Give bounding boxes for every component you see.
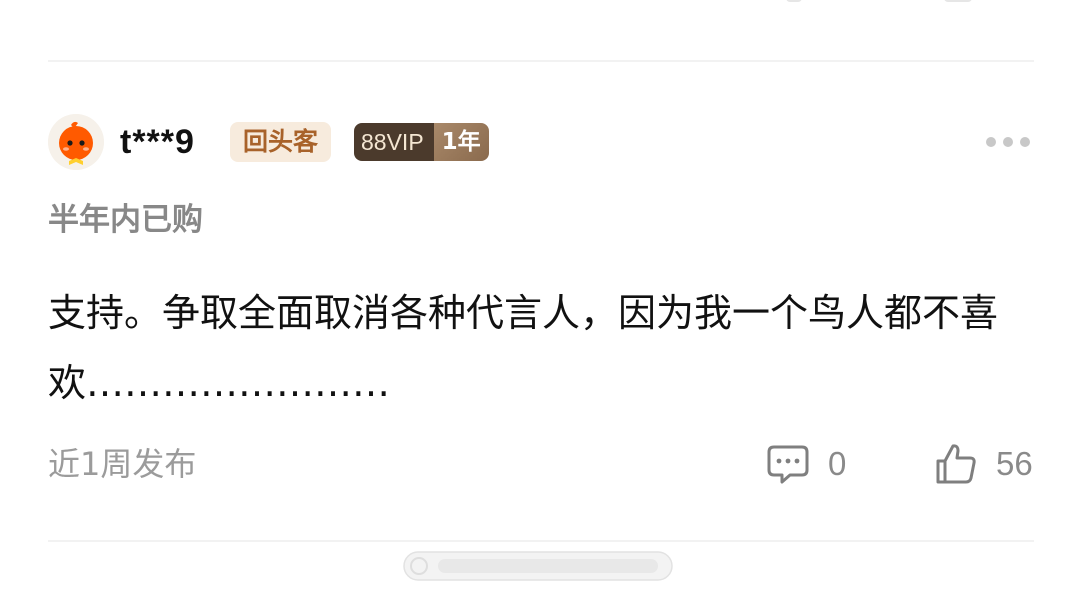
comment-bubble-icon	[767, 445, 809, 484]
watermark-logo	[403, 551, 673, 581]
vip-badge: 88VIP 1年	[354, 123, 489, 161]
vip-years: 1年	[433, 123, 489, 161]
divider	[48, 540, 1034, 542]
vip-label: 88VIP	[354, 123, 434, 161]
review-footer: 近1周发布 0 56	[48, 436, 1034, 496]
returning-customer-badge: 回头客	[230, 122, 332, 162]
like-button[interactable]: 56	[934, 440, 1033, 488]
review-header: t***9 回头客 88VIP 1年	[48, 114, 1034, 172]
review-page: t***9 回头客 88VIP 1年 半年内已购 支持。争取全面取消各种代言人，…	[0, 0, 1080, 590]
top-icon-stub	[944, 0, 972, 2]
review-content: 支持。争取全面取消各种代言人，因为我一个鸟人都不喜欢……………………	[48, 291, 999, 405]
purchase-tag: 半年内已购	[48, 202, 203, 238]
username[interactable]: t***9	[120, 122, 195, 162]
top-icon-stub	[786, 0, 802, 2]
thumbs-up-icon	[936, 444, 976, 484]
divider	[48, 60, 1034, 62]
more-dots-icon[interactable]	[986, 134, 1030, 150]
avatar[interactable]	[48, 114, 104, 170]
like-count: 56	[996, 445, 1033, 482]
post-time: 近1周发布	[48, 445, 197, 483]
reply-button[interactable]: 0	[766, 440, 846, 488]
orange-mascot-avatar-icon	[48, 114, 104, 170]
reply-count: 0	[828, 445, 847, 482]
